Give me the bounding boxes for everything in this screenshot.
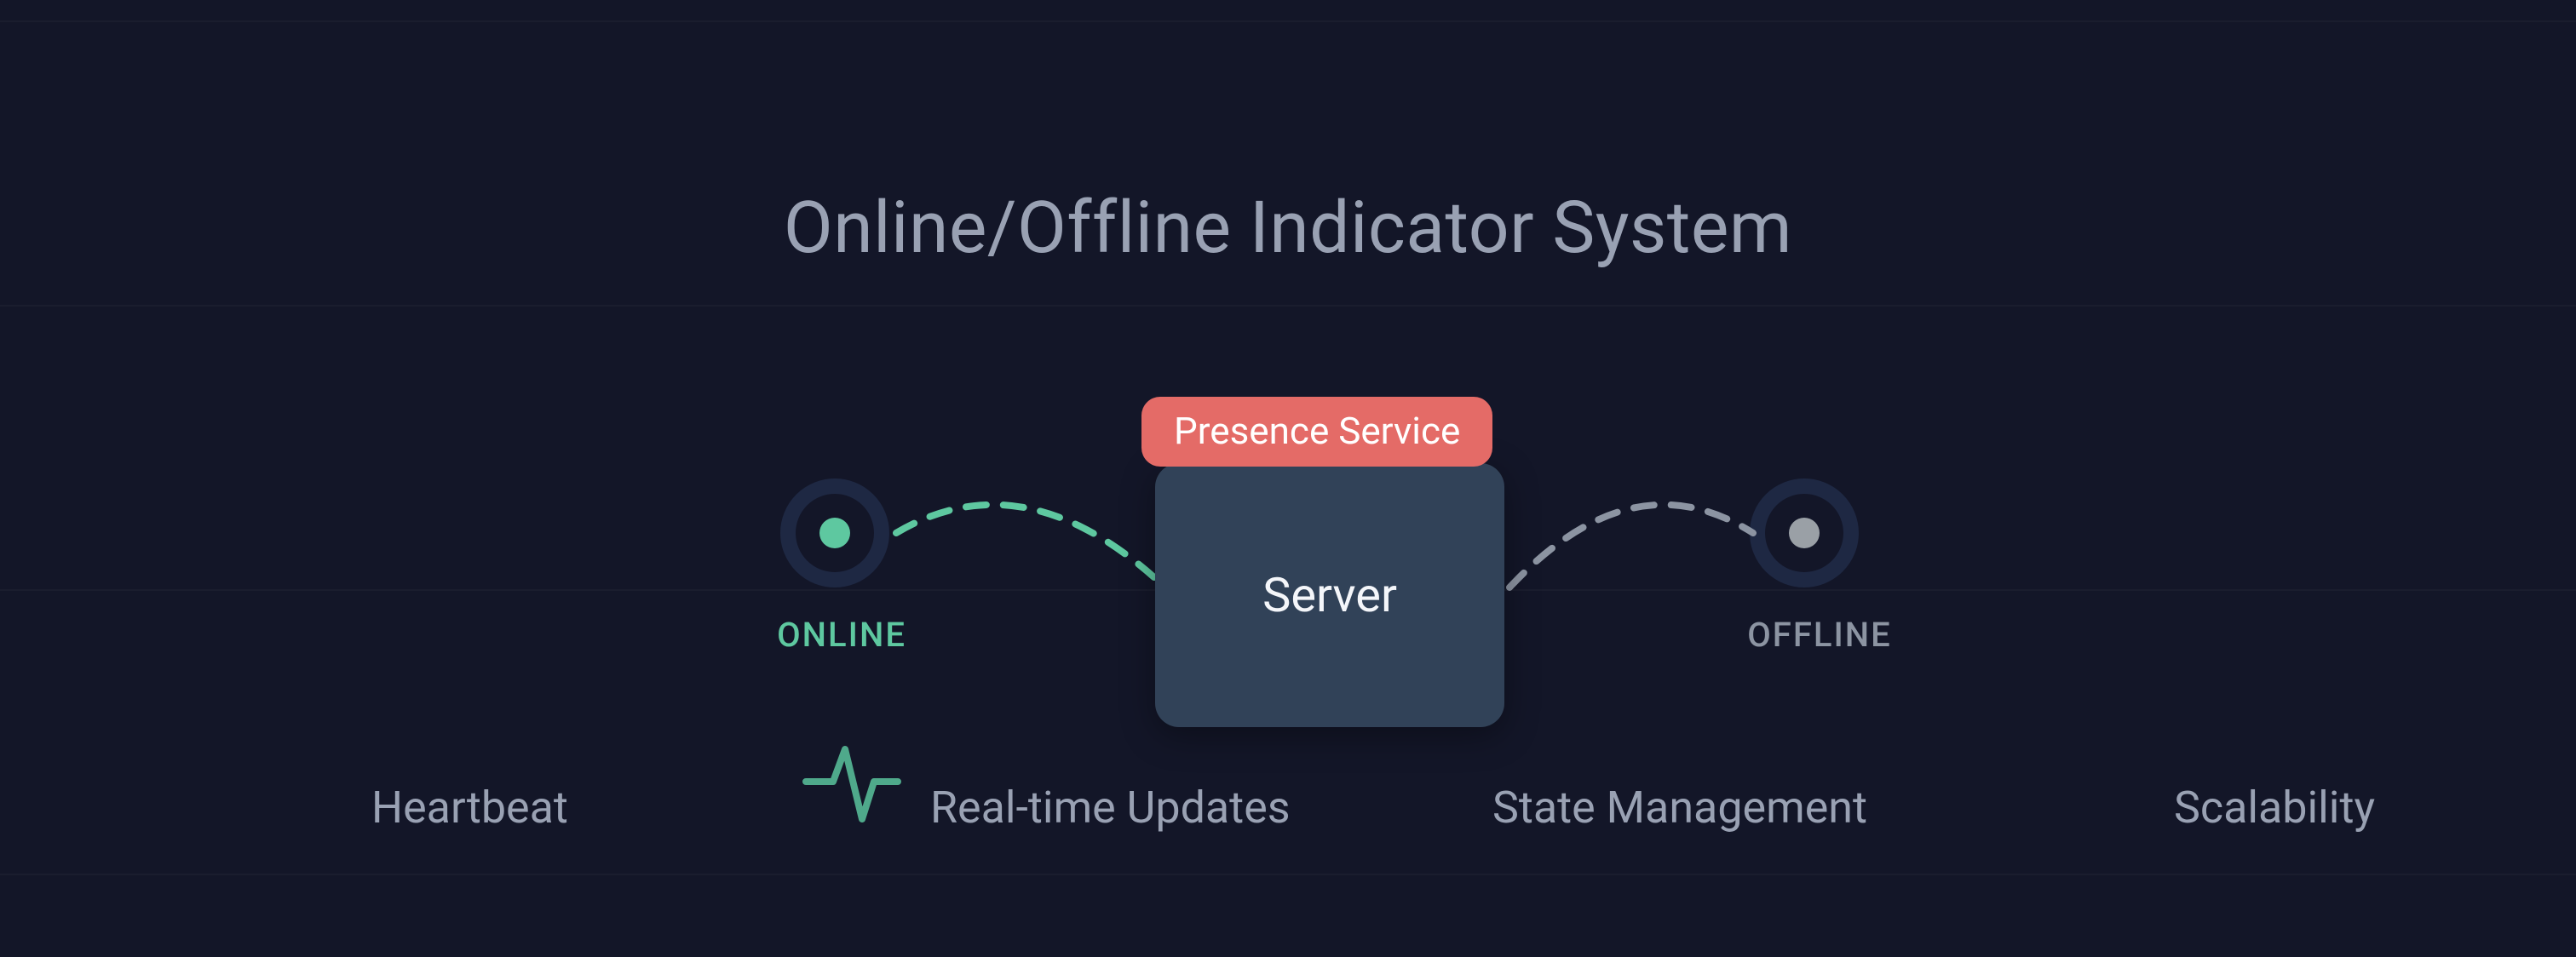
footer-realtime: Real-time Updates [930, 782, 1291, 834]
offline-label: OFFLINE [1734, 615, 1905, 655]
server-label: Server [1262, 567, 1397, 623]
diagram-stage: Online/Offline Indicator System ONLINE O… [0, 0, 2576, 957]
heartbeat-icon [801, 731, 903, 833]
presence-service-badge: Presence Service [1141, 397, 1492, 467]
footer-state: State Management [1492, 782, 1867, 834]
footer-scalability: Scalability [2174, 782, 2375, 834]
grid-line [0, 20, 2576, 22]
diagram-title: Online/Offline Indicator System [0, 186, 2576, 270]
connection-arc-online [889, 477, 1172, 596]
status-dot-icon [1789, 518, 1820, 548]
online-indicator [780, 478, 889, 587]
grid-line [0, 305, 2576, 307]
connection-arc-offline [1504, 477, 1760, 596]
offline-indicator [1750, 478, 1859, 587]
status-dot-icon [819, 518, 850, 548]
footer-heartbeat: Heartbeat [371, 782, 568, 834]
badge-label: Presence Service [1174, 409, 1460, 453]
grid-line [0, 874, 2576, 875]
server-node: Server [1155, 463, 1504, 727]
online-label: ONLINE [773, 615, 910, 655]
